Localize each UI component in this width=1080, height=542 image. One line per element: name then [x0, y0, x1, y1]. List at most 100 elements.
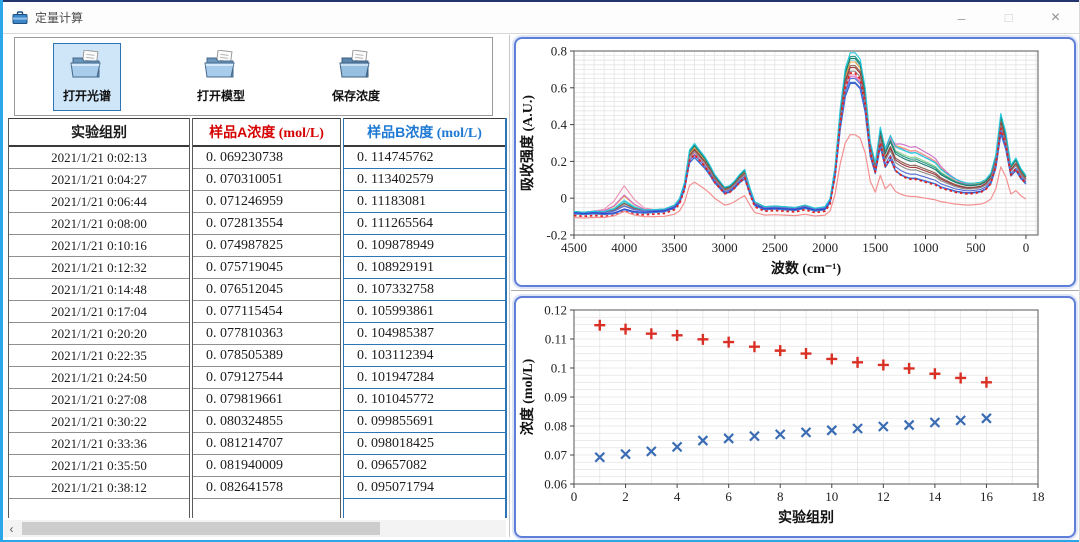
table-cell[interactable]: 0. 077810363 [193, 323, 340, 345]
table-cell[interactable]: 0. 095071794 [344, 477, 505, 499]
table-cell[interactable]: 2021/1/21 0:12:32 [9, 257, 189, 279]
close-button[interactable]: × [1032, 2, 1079, 33]
svg-text:16: 16 [980, 489, 994, 504]
maximize-button[interactable]: □ [985, 2, 1032, 33]
table-cell[interactable]: 2021/1/21 0:06:44 [9, 191, 189, 213]
table-cell[interactable]: 0. 114745762 [344, 147, 505, 169]
table-cell[interactable]: 2021/1/21 0:14:48 [9, 279, 189, 301]
table-cell[interactable]: 0. 070310051 [193, 169, 340, 191]
table-cell[interactable]: 2021/1/21 0:38:12 [9, 477, 189, 499]
svg-text:1000: 1000 [913, 240, 939, 255]
svg-text:浓度 (mol/L): 浓度 (mol/L) [519, 358, 536, 435]
table-cell[interactable]: 0. 09657082 [344, 455, 505, 477]
concentration-chart: 0246810121416180.060.070.080.090.10.110.… [516, 298, 1070, 532]
table-cell[interactable]: 0. 101045772 [344, 389, 505, 411]
table-cell[interactable]: 2021/1/21 0:35:50 [9, 455, 189, 477]
minimize-button[interactable]: – [938, 2, 985, 33]
table-cell[interactable]: 0. 078505389 [193, 345, 340, 367]
open-model-label: 打开模型 [197, 87, 245, 104]
svg-text:0.4: 0.4 [551, 117, 568, 132]
data-point-sample-b [775, 345, 786, 356]
svg-text:8: 8 [777, 489, 784, 504]
table-cell[interactable]: 0. 079127544 [193, 367, 340, 389]
column-body-sample-b: 0. 1147457620. 1134025790. 111830810. 11… [344, 147, 505, 499]
table-cell[interactable]: 0. 076512045 [193, 279, 340, 301]
app-window: 定量计算 – □ × 打开光谱 [0, 0, 1080, 542]
table-cell[interactable]: 2021/1/21 0:22:35 [9, 345, 189, 367]
table-cell[interactable]: 0. 113402579 [344, 169, 505, 191]
table-cell[interactable]: 2021/1/21 0:04:27 [9, 169, 189, 191]
table-cell[interactable]: 0. 081214707 [193, 433, 340, 455]
svg-text:2500: 2500 [762, 240, 788, 255]
horizontal-scrollbar[interactable]: ‹ [3, 520, 506, 537]
header-experiment-group[interactable]: 实验组别 [9, 118, 189, 147]
table-cell[interactable]: 2021/1/21 0:02:13 [9, 147, 189, 169]
table-cell[interactable]: 2021/1/21 0:08:00 [9, 213, 189, 235]
spectrum-series [574, 53, 1026, 212]
svg-text:0.12: 0.12 [544, 303, 567, 318]
svg-text:0.11: 0.11 [545, 332, 567, 347]
table-cell[interactable]: 2021/1/21 0:24:50 [9, 367, 189, 389]
svg-text:18: 18 [1032, 489, 1045, 504]
open-model-button[interactable]: 打开模型 [187, 43, 255, 111]
table-cell[interactable]: 0. 069230738 [193, 147, 340, 169]
table-cell[interactable]: 0. 072813554 [193, 213, 340, 235]
svg-text:6: 6 [725, 489, 732, 504]
table-cell[interactable]: 0. 105993861 [344, 301, 505, 323]
data-point-sample-b [904, 363, 915, 374]
svg-text:500: 500 [966, 240, 986, 255]
table-cell[interactable]: 2021/1/21 0:27:08 [9, 389, 189, 411]
table-cell[interactable]: 2021/1/21 0:33:36 [9, 433, 189, 455]
table-cell[interactable]: 0. 109878949 [344, 235, 505, 257]
spectrum-series [574, 79, 1026, 213]
header-sample-a[interactable]: 样品A浓度 (mol/L) [193, 118, 340, 147]
table-cell[interactable]: 0. 111265564 [344, 213, 505, 235]
data-point-sample-b [852, 357, 863, 368]
svg-text:0.6: 0.6 [551, 80, 568, 95]
table-cell[interactable]: 2021/1/21 0:30:22 [9, 411, 189, 433]
column-sample-b: 样品B浓度 (mol/L) 0. 1147457620. 1134025790.… [343, 118, 507, 518]
svg-text:14: 14 [928, 489, 942, 504]
data-point-sample-b [801, 348, 812, 359]
scroll-left-arrow-icon[interactable]: ‹ [3, 520, 20, 537]
table-cell[interactable]: 0. 077115454 [193, 301, 340, 323]
table-cell[interactable]: 0. 098018425 [344, 433, 505, 455]
table-cell[interactable]: 0. 108929191 [344, 257, 505, 279]
svg-text:0: 0 [1023, 240, 1029, 255]
open-spectrum-label: 打开光谱 [63, 87, 111, 104]
header-sample-b[interactable]: 样品B浓度 (mol/L) [344, 118, 505, 147]
window-title: 定量计算 [35, 9, 83, 26]
table-cell[interactable]: 2021/1/21 0:10:16 [9, 235, 189, 257]
table-cell[interactable]: 0. 099855691 [344, 411, 505, 433]
svg-text:2000: 2000 [812, 240, 838, 255]
svg-text:实验组别: 实验组别 [778, 509, 834, 525]
window-border-left [0, 0, 3, 542]
table-cell[interactable]: 0. 082641578 [193, 477, 340, 499]
table-cell[interactable]: 0. 081940009 [193, 455, 340, 477]
table-cell[interactable]: 0. 104985387 [344, 323, 505, 345]
svg-text:0: 0 [561, 191, 568, 206]
svg-text:0.8: 0.8 [551, 44, 567, 59]
titlebar: 定量计算 – □ × [3, 2, 1079, 34]
scrollbar-thumb[interactable] [22, 522, 380, 535]
svg-text:波数 (cm⁻¹): 波数 (cm⁻¹) [771, 260, 842, 277]
table-cell[interactable]: 0. 11183081 [344, 191, 505, 213]
table-cell[interactable]: 0. 074987825 [193, 235, 340, 257]
data-point-sample-b [646, 328, 657, 339]
chart-splitter[interactable] [511, 290, 1079, 291]
table-cell[interactable]: 0. 079819661 [193, 389, 340, 411]
open-folder-icon [69, 50, 105, 85]
table-cell[interactable]: 0. 103112394 [344, 345, 505, 367]
table-cell[interactable]: 0. 071246959 [193, 191, 340, 213]
table-cell[interactable]: 0. 080324855 [193, 411, 340, 433]
column-body-experiment-group: 2021/1/21 0:02:132021/1/21 0:04:272021/1… [9, 147, 189, 499]
table-cell[interactable]: 2021/1/21 0:17:04 [9, 301, 189, 323]
save-concentration-button[interactable]: 保存浓度 [322, 43, 390, 111]
table-cell[interactable]: 2021/1/21 0:20:20 [9, 323, 189, 345]
spectrum-chart-panel: 450040003500300025002000150010005000-0.2… [514, 37, 1076, 287]
table-cell[interactable]: 0. 107332758 [344, 279, 505, 301]
table-cell[interactable]: 0. 101947284 [344, 367, 505, 389]
table-cell[interactable]: 0. 075719045 [193, 257, 340, 279]
open-spectrum-button[interactable]: 打开光谱 [53, 43, 121, 111]
data-point-sample-b [955, 372, 966, 383]
